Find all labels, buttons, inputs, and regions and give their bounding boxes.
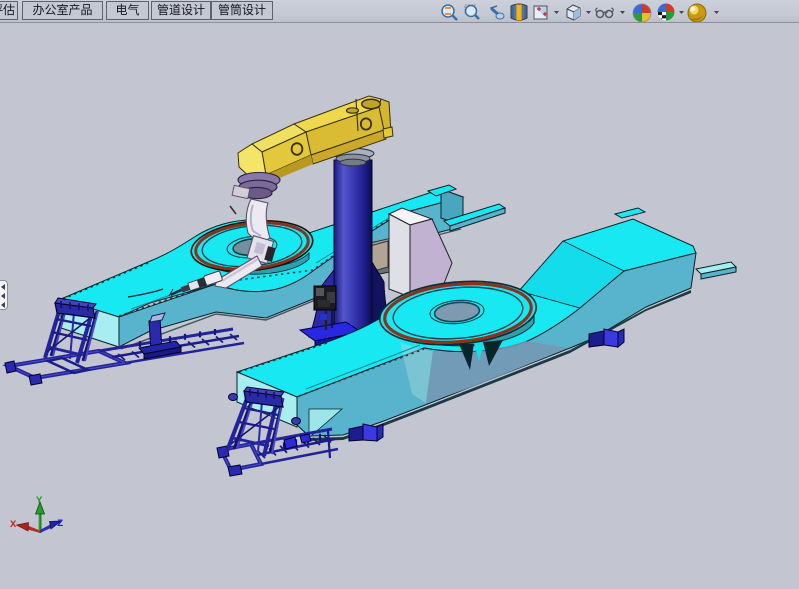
svg-text:Z: Z <box>57 518 63 530</box>
svg-text:Y: Y <box>36 495 43 507</box>
svg-text:X: X <box>10 519 17 531</box>
